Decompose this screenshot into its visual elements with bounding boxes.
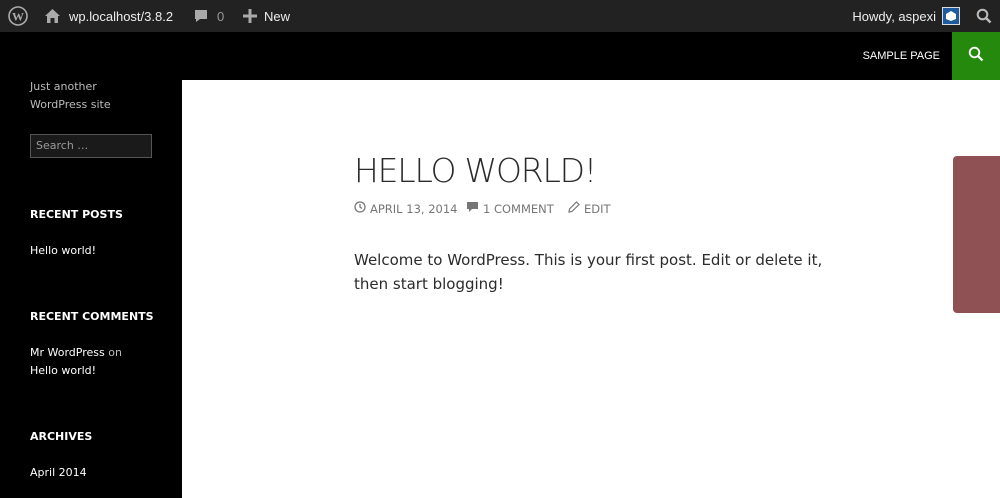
post-edit-link[interactable]: EDIT: [568, 201, 611, 216]
recent-comments-title: RECENT COMMENTS: [30, 310, 154, 323]
comment-author-link[interactable]: Mr WordPress: [30, 346, 105, 359]
pencil-icon: [568, 201, 584, 216]
main-content: HELLO WORLD! APRIL 13, 2014 1 COMMENT ED…: [182, 80, 1000, 498]
post-comments-link[interactable]: 1 COMMENT: [466, 201, 554, 216]
clock-icon: [354, 201, 370, 216]
comment-icon: [466, 201, 483, 216]
howdy-label: Howdy, aspexi: [852, 8, 936, 24]
header-search-toggle[interactable]: [952, 32, 1000, 80]
comments-link[interactable]: 0: [193, 0, 224, 32]
comments-count: 0: [217, 8, 225, 24]
post-title[interactable]: HELLO WORLD!: [354, 151, 597, 190]
avatar: [942, 7, 960, 25]
user-account-menu[interactable]: Howdy, aspexi: [852, 0, 960, 32]
site-name-link[interactable]: wp.localhost/3.8.2: [44, 0, 173, 32]
admin-search-icon[interactable]: [976, 0, 992, 32]
comment-on-text: on: [108, 346, 122, 359]
comment-bubble-icon: [193, 8, 209, 24]
archive-link[interactable]: April 2014: [30, 464, 87, 482]
nav-item-sample-page[interactable]: SAMPLE PAGE: [863, 32, 940, 80]
search-icon: [968, 46, 984, 67]
post-date-label: APRIL 13, 2014: [370, 201, 458, 216]
site-description: Just another WordPress site: [30, 80, 111, 111]
sidebar-search-input[interactable]: Search …: [30, 134, 152, 158]
feedback-side-tab[interactable]: [953, 156, 1000, 313]
post-comments-label: 1 COMMENT: [483, 201, 554, 216]
site-header: SAMPLE PAGE: [0, 32, 1000, 80]
wordpress-logo-icon[interactable]: W: [0, 0, 36, 32]
post-body: Welcome to WordPress. This is your first…: [354, 251, 823, 293]
plus-icon: [243, 9, 257, 23]
recent-comment-item: Mr WordPress on Hello world!: [30, 344, 122, 380]
sidebar: Just another WordPress site Search … REC…: [0, 80, 182, 498]
new-content-button[interactable]: New: [243, 0, 290, 32]
post-edit-label: EDIT: [584, 201, 611, 216]
site-name-label: wp.localhost/3.8.2: [69, 8, 174, 24]
home-icon: [44, 8, 61, 24]
svg-text:W: W: [12, 10, 24, 24]
comment-post-link[interactable]: Hello world!: [30, 364, 96, 377]
recent-posts-title: RECENT POSTS: [30, 208, 123, 221]
admin-bar: W wp.localhost/3.8.2 0 New Howdy, aspexi: [0, 0, 1000, 32]
recent-post-link[interactable]: Hello world!: [30, 242, 96, 260]
post-date[interactable]: APRIL 13, 2014: [354, 201, 457, 216]
archives-title: ARCHIVES: [30, 430, 93, 443]
new-label: New: [264, 8, 291, 24]
